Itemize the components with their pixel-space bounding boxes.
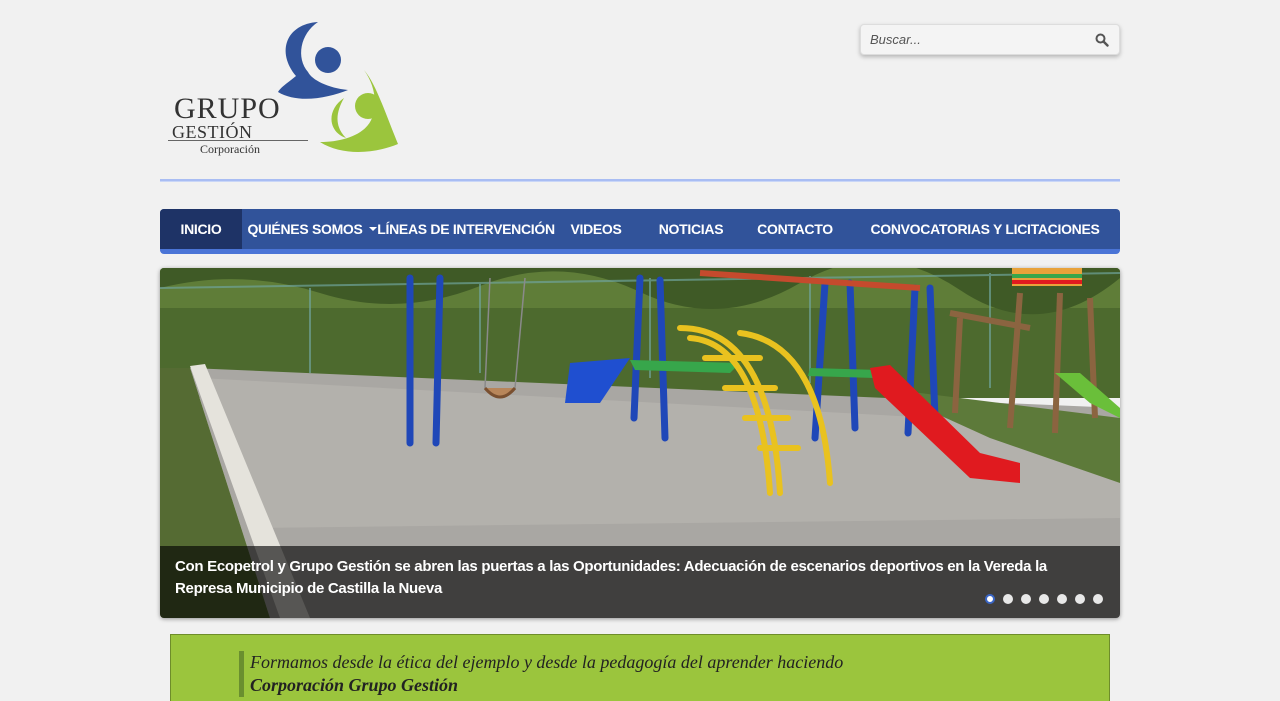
main-nav: INICIO QUIÉNES SOMOS LÍNEAS DE INTERVENC… — [160, 209, 1120, 254]
motto-text: Formamos desde la ética del ejemplo y de… — [250, 652, 844, 672]
nav-item-contacto[interactable]: CONTACTO — [740, 209, 850, 249]
slider-dot-5[interactable] — [1057, 594, 1067, 604]
nav-item-label: NOTICIAS — [658, 221, 724, 237]
nav-item-label: INICIO — [180, 221, 222, 237]
slider-dot-4[interactable] — [1039, 594, 1049, 604]
image-slider[interactable]: Con Ecopetrol y Grupo Gestión se abren l… — [160, 268, 1120, 618]
slider-dot-2[interactable] — [1003, 594, 1013, 604]
slide-caption: Con Ecopetrol y Grupo Gestión se abren l… — [160, 546, 1120, 618]
nav-item-label: LÍNEAS DE INTERVENCIÓN — [377, 221, 555, 237]
search-icon[interactable] — [1095, 33, 1109, 47]
nav-item-lineas-de-intervencion[interactable]: LÍNEAS DE INTERVENCIÓN — [377, 209, 555, 249]
nav-item-quienes-somos[interactable]: QUIÉNES SOMOS — [242, 209, 382, 249]
nav-item-inicio[interactable]: INICIO — [160, 209, 242, 249]
nav-item-label: CONTACTO — [757, 221, 833, 237]
site-logo[interactable]: GRUPO GESTIÓN Corporación — [168, 18, 408, 158]
logo-grupo-text: GRUPO — [174, 92, 281, 125]
slider-dot-7[interactable] — [1093, 594, 1103, 604]
slide-caption-text[interactable]: Con Ecopetrol y Grupo Gestión se abren l… — [175, 556, 1105, 600]
nav-item-label: VIDEOS — [570, 221, 622, 237]
slider-pagination — [985, 594, 1103, 604]
nav-item-videos[interactable]: VIDEOS — [550, 209, 642, 249]
motto-signature: Corporación Grupo Gestión — [250, 675, 459, 695]
motto-banner: Formamos desde la ética del ejemplo y de… — [170, 634, 1110, 701]
slider-dot-6[interactable] — [1075, 594, 1085, 604]
nav-item-label: QUIÉNES SOMOS — [247, 221, 363, 237]
nav-item-noticias[interactable]: NOTICIAS — [642, 209, 740, 249]
logo-corporacion-text: Corporación — [200, 142, 260, 156]
search-input[interactable] — [861, 25, 1081, 54]
motto-quote: Formamos desde la ética del ejemplo y de… — [239, 651, 843, 697]
page-container: GRUPO GESTIÓN Corporación INICIO QUIÉNES… — [160, 0, 1120, 701]
slider-dot-3[interactable] — [1021, 594, 1031, 604]
search-box — [860, 24, 1120, 55]
slider-dot-1[interactable] — [985, 594, 995, 604]
header-divider — [160, 179, 1120, 182]
caret-down-icon — [368, 227, 377, 231]
logo-divider — [168, 140, 308, 141]
nav-item-convocatorias[interactable]: CONVOCATORIAS Y LICITACIONES — [850, 209, 1120, 249]
nav-item-label: CONVOCATORIAS Y LICITACIONES — [870, 221, 1100, 237]
